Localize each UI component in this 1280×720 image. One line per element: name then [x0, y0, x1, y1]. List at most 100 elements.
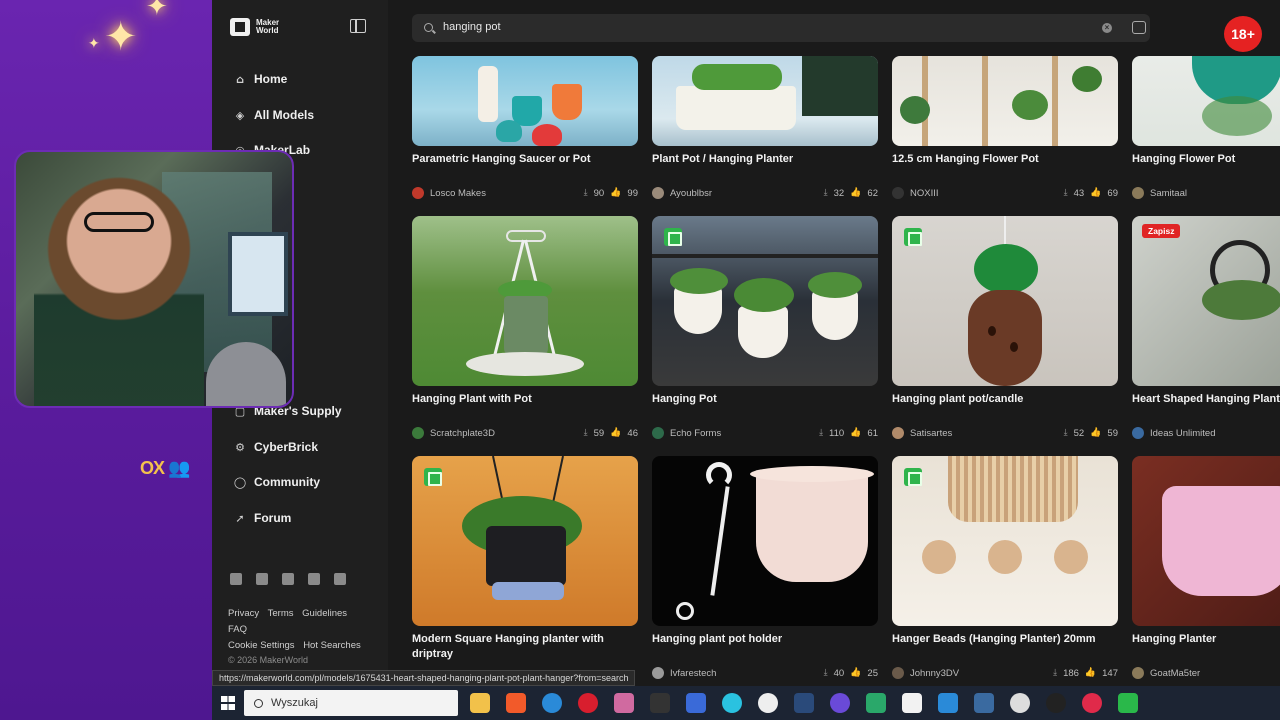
ox-overlay-text: OX 👥: [140, 458, 190, 478]
model-thumbnail[interactable]: [652, 56, 878, 146]
epic-games-icon[interactable]: [650, 693, 670, 713]
model-thumbnail[interactable]: [1132, 56, 1280, 146]
download-count: 110: [829, 428, 845, 439]
model-author[interactable]: Johnny3DV: [892, 667, 959, 679]
steam-icon[interactable]: [794, 693, 814, 713]
model-author[interactable]: Ayoublbsr: [652, 187, 712, 199]
youtube-icon[interactable]: [282, 573, 294, 585]
model-author[interactable]: Scratchplate3D: [412, 427, 495, 439]
model-title[interactable]: Hanging Pot: [652, 392, 878, 407]
start-button[interactable]: [212, 686, 244, 720]
model-author[interactable]: Losco Makes: [412, 187, 486, 199]
edge-icon[interactable]: [542, 693, 562, 713]
download-icon: ⤓: [823, 668, 828, 678]
model-title[interactable]: Hanging Plant with Pot: [412, 392, 638, 407]
model-title[interactable]: Hanging plant pot holder: [652, 632, 878, 647]
app-icon[interactable]: [686, 693, 706, 713]
sidebar-item-forum[interactable]: ➚ Forum: [234, 511, 291, 525]
footer-link-guidelines[interactable]: Guidelines: [302, 608, 347, 619]
model-author[interactable]: Ideas Unlimited: [1132, 427, 1215, 439]
model-thumbnail[interactable]: [892, 216, 1118, 386]
author-name: Losco Makes: [430, 187, 486, 199]
sidebar-item-cyberbrick[interactable]: ⚙ CyberBrick: [234, 440, 318, 454]
like-icon: 👍: [1090, 428, 1102, 438]
app-icon[interactable]: [1046, 693, 1066, 713]
settings-icon[interactable]: [1010, 693, 1030, 713]
sidebar-item-all-models[interactable]: ◈ All Models: [234, 108, 314, 122]
facebook-icon[interactable]: [230, 573, 242, 585]
model-thumbnail[interactable]: [652, 216, 878, 386]
download-icon: ⤓: [1063, 188, 1068, 198]
app-icon[interactable]: [1082, 693, 1102, 713]
brave-icon[interactable]: [506, 693, 526, 713]
age-rating-badge: 18+: [1224, 16, 1262, 52]
model-thumbnail[interactable]: [412, 56, 638, 146]
footer-link-terms[interactable]: Terms: [268, 608, 294, 619]
model-author[interactable]: Samitaal: [1132, 187, 1187, 199]
model-title[interactable]: Heart Shaped Hanging Planter: [1132, 392, 1280, 407]
model-author[interactable]: Echo Forms: [652, 427, 721, 439]
model-title[interactable]: Modern Square Hanging planter with dript…: [412, 632, 638, 662]
model-thumbnail[interactable]: [1132, 456, 1280, 626]
model-title[interactable]: Plant Pot / Hanging Planter: [652, 152, 878, 167]
model-stats: ⤓ 52 👍 59: [1064, 428, 1118, 439]
discord-icon[interactable]: [830, 693, 850, 713]
sidebar-item-home[interactable]: ⌂ Home: [234, 72, 287, 86]
like-count: 25: [867, 668, 878, 679]
sidebar-item-community[interactable]: ◯ Community: [234, 475, 320, 489]
search-input[interactable]: hanging pot: [443, 21, 501, 33]
model-thumbnail[interactable]: [652, 456, 878, 626]
x-icon[interactable]: [308, 573, 320, 585]
search-icon: [254, 698, 263, 708]
save-pin-button[interactable]: Zapisz: [1142, 224, 1181, 238]
footer-link-hot-searches[interactable]: Hot Searches: [303, 640, 361, 651]
model-thumbnail[interactable]: Zapisz: [1132, 216, 1280, 386]
file-explorer-icon[interactable]: [470, 693, 490, 713]
model-thumbnail[interactable]: [892, 456, 1118, 626]
model-author[interactable]: Satisartes: [892, 427, 952, 439]
taskbar-search[interactable]: Wyszukaj: [244, 690, 458, 716]
model-thumbnail[interactable]: [412, 456, 638, 626]
obs-icon[interactable]: [758, 693, 778, 713]
like-icon: 👍: [610, 428, 622, 438]
model-title[interactable]: Parametric Hanging Saucer or Pot: [412, 152, 638, 167]
streamer-figure: [34, 176, 204, 406]
model-thumbnail[interactable]: [412, 216, 638, 386]
image-search-icon[interactable]: [1132, 21, 1146, 34]
app-icon[interactable]: [938, 693, 958, 713]
instagram-icon[interactable]: [256, 573, 268, 585]
model-author[interactable]: GoatMa5ter: [1132, 667, 1200, 679]
model-title[interactable]: Hanger Beads (Hanging Planter) 20mm: [892, 632, 1118, 647]
model-title[interactable]: Hanging plant pot/candle: [892, 392, 1118, 407]
model-title[interactable]: Hanging Flower Pot: [1132, 152, 1280, 167]
footer-link-faq[interactable]: FAQ: [228, 624, 247, 635]
app-icon[interactable]: [722, 693, 742, 713]
makerworld-logo[interactable]: Maker World: [230, 18, 286, 36]
search-icon: [424, 23, 433, 32]
windows-icon: [221, 696, 235, 710]
footer-link-cookie-settings[interactable]: Cookie Settings: [228, 640, 295, 651]
steam-icon[interactable]: [974, 693, 994, 713]
sidebar-collapse-icon[interactable]: [350, 19, 366, 33]
models-icon: ◈: [235, 108, 245, 122]
model-author[interactable]: NOXIII: [892, 187, 939, 199]
app-icon[interactable]: [1118, 693, 1138, 713]
app-icon[interactable]: [614, 693, 634, 713]
model-title[interactable]: Hanging Planter: [1132, 632, 1280, 647]
app-icon[interactable]: [902, 693, 922, 713]
model-title[interactable]: 12.5 cm Hanging Flower Pot: [892, 152, 1118, 167]
app-icon[interactable]: [866, 693, 886, 713]
search-bar[interactable]: hanging pot ×: [412, 14, 1150, 42]
download-icon: ⤓: [819, 428, 824, 438]
bambu-badge-icon: [904, 468, 922, 486]
sparkle-icon: ✦: [104, 14, 138, 60]
clear-search-icon[interactable]: ×: [1102, 23, 1112, 33]
model-thumbnail[interactable]: [892, 56, 1118, 146]
webcam-overlay: [14, 150, 294, 408]
model-author[interactable]: Ivfarestech: [652, 667, 716, 679]
like-count: 46: [627, 428, 638, 439]
footer-link-privacy[interactable]: Privacy: [228, 608, 259, 619]
opera-icon[interactable]: [578, 693, 598, 713]
copyright: © 2026 MakerWorld: [228, 655, 308, 665]
tiktok-icon[interactable]: [334, 573, 346, 585]
